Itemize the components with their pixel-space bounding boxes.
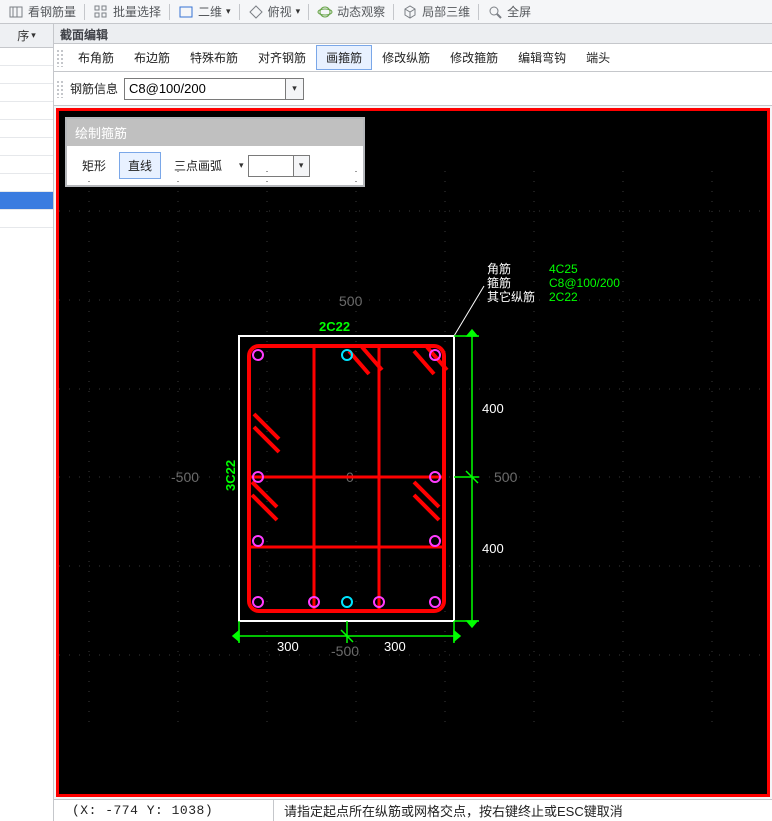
- dim-bottom-1: 300: [277, 639, 299, 654]
- svg-text:2C22: 2C22: [549, 290, 578, 304]
- menu-end[interactable]: 端头: [576, 45, 620, 70]
- tb-label: 动态观察: [337, 3, 385, 20]
- axis-bottom: -500: [331, 643, 359, 659]
- batch-sel-icon: [93, 4, 109, 20]
- dim-right: [454, 330, 479, 627]
- left-list-row[interactable]: [0, 156, 53, 174]
- view2d-icon: [178, 4, 194, 20]
- left-list-row[interactable]: [0, 210, 53, 228]
- rebar-info-label: 钢筋信息: [70, 80, 118, 97]
- separator: [478, 4, 479, 20]
- dim-bottom-2: 300: [384, 639, 406, 654]
- axis-left: -500: [171, 469, 199, 485]
- local-3d-icon: [402, 4, 418, 20]
- rebar-info-dropdown[interactable]: ▾: [285, 79, 303, 99]
- left-list-row[interactable]: [0, 66, 53, 84]
- status-prompt: 请指定起点所在纵筋或网格交点，按右键终止或ESC键取消: [274, 801, 772, 820]
- orbit-icon: [317, 4, 333, 20]
- menu-modv[interactable]: 修改纵筋: [372, 45, 440, 70]
- rebar-info-input[interactable]: [125, 79, 285, 99]
- menu-hook[interactable]: 编辑弯钩: [508, 45, 576, 70]
- rebar-qty-icon: [8, 4, 24, 20]
- separator: [169, 4, 170, 20]
- svg-text:箍筋: 箍筋: [487, 275, 511, 290]
- menu-edge[interactable]: 布边筋: [124, 45, 180, 70]
- tb-view-top[interactable]: 俯视 ▾: [244, 3, 305, 20]
- axis-right: 500: [494, 469, 518, 485]
- svg-text:其它纵筋: 其它纵筋: [487, 289, 535, 304]
- menu-mods[interactable]: 修改箍筋: [440, 45, 508, 70]
- label-top: 2C22: [319, 319, 350, 334]
- inner-stirrups: [249, 346, 444, 611]
- tb-batch-sel[interactable]: 批量选择: [89, 3, 165, 20]
- chevron-down-icon: ▾: [31, 30, 36, 41]
- rebar-info-combo[interactable]: ▾: [124, 78, 304, 100]
- menu-corner[interactable]: 布角筋: [68, 45, 124, 70]
- left-list-row[interactable]: [0, 120, 53, 138]
- left-list-row[interactable]: [0, 174, 53, 192]
- dim-right-1: 400: [482, 401, 504, 416]
- drawing-canvas[interactable]: 绘制箍筋 矩形直线三点画弧▾ ▾: [56, 108, 770, 797]
- top-view-icon: [248, 4, 264, 20]
- left-list-row[interactable]: [0, 138, 53, 156]
- grip-icon: [56, 49, 64, 67]
- stirrup-hooks: [252, 347, 447, 520]
- rebar-info-row: 钢筋信息 ▾: [54, 72, 772, 106]
- tb-label: 局部三维: [422, 3, 470, 20]
- tb-label: 二维: [198, 3, 222, 20]
- label-left: 3C22: [223, 460, 238, 491]
- tb-view2d[interactable]: 二维 ▾: [174, 3, 235, 20]
- app-toolbar: 看钢筋量 批量选择 二维 ▾ 俯视 ▾ 动态观察 局部三维: [0, 0, 772, 24]
- left-list-row[interactable]: [0, 84, 53, 102]
- left-panel-header-label: 序: [17, 27, 29, 44]
- tb-local-3d[interactable]: 局部三维: [398, 3, 474, 20]
- editor-menu: 布角筋布边筋特殊布筋对齐钢筋画箍筋修改纵筋修改箍筋编辑弯钩端头: [54, 44, 772, 72]
- status-coord: (X: -774 Y: 1038): [54, 800, 274, 821]
- tb-dyn-view[interactable]: 动态观察: [313, 3, 389, 20]
- axis-top: 500: [339, 293, 363, 309]
- menu-align[interactable]: 对齐钢筋: [248, 45, 316, 70]
- tb-fullscreen[interactable]: 全屏: [483, 3, 535, 20]
- tb-label: 批量选择: [113, 3, 161, 20]
- separator: [393, 4, 394, 20]
- legend: 角筋 4C25 箍筋 C8@100/200 其它纵筋 2C22: [487, 261, 620, 304]
- svg-text:C8@100/200: C8@100/200: [549, 276, 620, 290]
- dim-right-2: 400: [482, 541, 504, 556]
- left-panel: 序 ▾: [0, 24, 54, 821]
- left-list[interactable]: [0, 48, 53, 821]
- separator: [308, 4, 309, 20]
- svg-text:角筋: 角筋: [487, 261, 511, 276]
- status-bar: (X: -774 Y: 1038) 请指定起点所在纵筋或网格交点，按右键终止或E…: [54, 799, 772, 821]
- separator: [84, 4, 85, 20]
- left-list-row[interactable]: [0, 192, 53, 210]
- left-list-row[interactable]: [0, 48, 53, 66]
- editor-title: 截面编辑: [54, 24, 772, 44]
- left-panel-header[interactable]: 序 ▾: [0, 24, 53, 48]
- tb-rebar-qty[interactable]: 看钢筋量: [4, 3, 80, 20]
- chevron-down-icon: ▾: [296, 6, 301, 17]
- legend-leader: [454, 286, 484, 336]
- chevron-down-icon: ▾: [292, 83, 297, 94]
- separator: [239, 4, 240, 20]
- canvas-svg: 500 -500 -500 500 0: [59, 111, 769, 731]
- svg-text:4C25: 4C25: [549, 262, 578, 276]
- tb-label: 全屏: [507, 3, 531, 20]
- chevron-down-icon: ▾: [226, 6, 231, 17]
- tb-label: 俯视: [268, 3, 292, 20]
- fullscreen-icon: [487, 4, 503, 20]
- tb-label: 看钢筋量: [28, 3, 76, 20]
- left-list-row[interactable]: [0, 102, 53, 120]
- grip-icon: [56, 80, 64, 98]
- menu-stirrup[interactable]: 画箍筋: [316, 45, 372, 70]
- menu-special[interactable]: 特殊布筋: [180, 45, 248, 70]
